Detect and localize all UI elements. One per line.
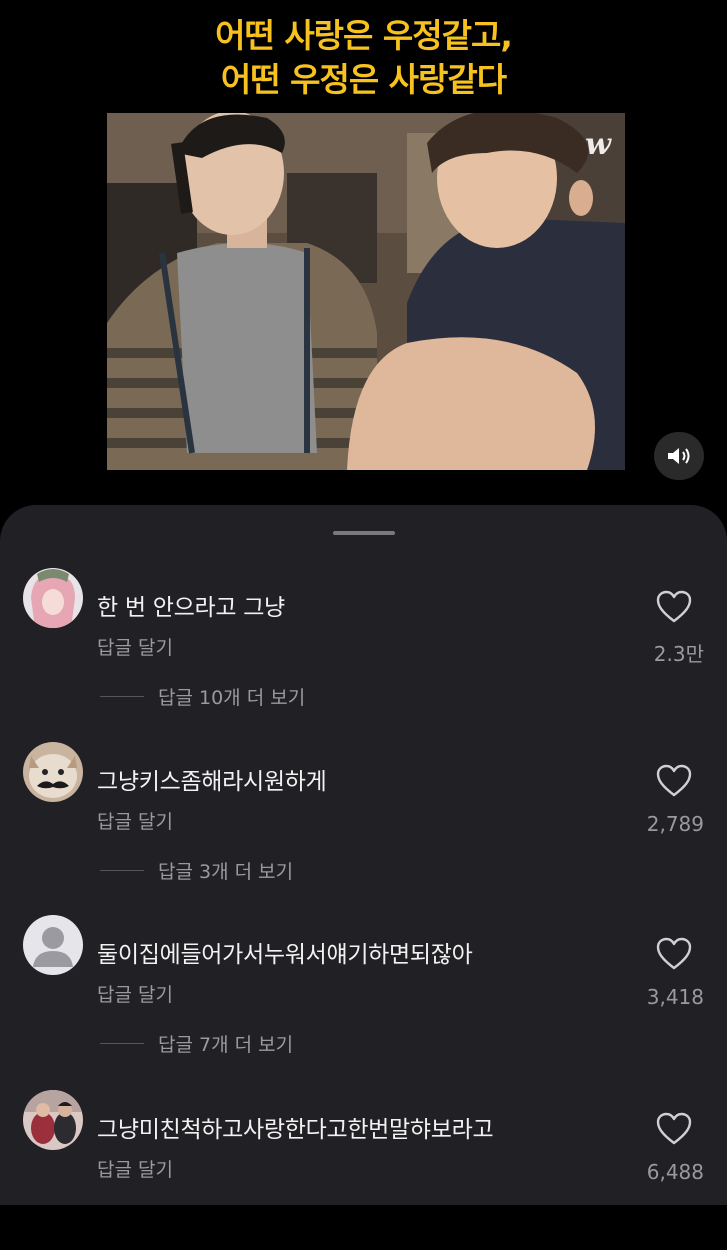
- comment-text: 둘이집에들어가서누워서얘기하면되잖아: [97, 942, 473, 968]
- sheet-drag-handle[interactable]: [333, 531, 395, 535]
- divider: [100, 869, 144, 871]
- divider: [100, 1042, 144, 1044]
- comment-item: 둘이집에들어가서누워서얘기하면되잖아 답글 달기 답글 7개 더 보기 3,41…: [0, 915, 727, 1075]
- like-heart-icon[interactable]: [656, 764, 692, 798]
- reel-video-area[interactable]: 어떤 사랑은 우정같고, 어떤 우정은 사랑같다 w: [0, 0, 727, 510]
- comment-text: 그냥미친척하고사랑한다고한번말햐보라고: [97, 1117, 494, 1143]
- caption-line-1: 어떤 사랑은 우정같고,: [215, 16, 513, 55]
- caption-line-2: 어떤 우정은 사랑같다: [220, 60, 507, 99]
- avatar[interactable]: [23, 742, 83, 802]
- comment-text: 한 번 안으라고 그냥: [97, 595, 285, 621]
- avatar[interactable]: [23, 1090, 83, 1150]
- comment-item: 그냥미친척하고사랑한다고한번말햐보라고 답글 달기 6,488: [0, 1090, 727, 1250]
- speaker-icon: [668, 448, 690, 464]
- watermark-logo: w: [585, 127, 611, 162]
- view-more-replies[interactable]: 답글 3개 더 보기: [100, 857, 293, 883]
- view-more-replies-label: 답글 10개 더 보기: [158, 686, 306, 709]
- reply-button[interactable]: 답글 달기: [97, 807, 173, 834]
- avatar[interactable]: [23, 915, 83, 975]
- view-more-replies[interactable]: 답글 7개 더 보기: [100, 1030, 293, 1056]
- avatar[interactable]: [23, 568, 83, 628]
- reply-button[interactable]: 답글 달기: [97, 1155, 173, 1182]
- video-still: [107, 113, 625, 470]
- sound-toggle-button[interactable]: [654, 432, 704, 480]
- video-caption: 어떤 사랑은 우정같고, 어떤 우정은 사랑같다: [0, 14, 727, 102]
- view-more-replies-label: 답글 7개 더 보기: [158, 1033, 294, 1056]
- like-count: 6,488: [646, 1160, 704, 1184]
- view-more-replies-label: 답글 3개 더 보기: [158, 860, 294, 883]
- like-heart-icon[interactable]: [656, 590, 692, 624]
- comment-text: 그냥키스좀해라시원하게: [97, 769, 327, 795]
- like-heart-icon[interactable]: [656, 1112, 692, 1146]
- reply-button[interactable]: 답글 달기: [97, 633, 173, 660]
- like-count: 3,418: [646, 985, 704, 1009]
- reply-button[interactable]: 답글 달기: [97, 980, 173, 1007]
- view-more-replies[interactable]: 답글 10개 더 보기: [100, 683, 305, 709]
- video-frame[interactable]: w: [107, 113, 625, 470]
- divider: [100, 695, 144, 697]
- comment-item: 한 번 안으라고 그냥 답글 달기 답글 10개 더 보기 2.3만: [0, 568, 727, 728]
- like-count: 2.3만: [653, 642, 704, 666]
- comment-item: 그냥키스좀해라시원하게 답글 달기 답글 3개 더 보기 2,789: [0, 742, 727, 902]
- like-heart-icon[interactable]: [656, 937, 692, 971]
- comments-sheet[interactable]: 한 번 안으라고 그냥 답글 달기 답글 10개 더 보기 2.3만 그냥키스좀…: [0, 505, 727, 1205]
- like-count: 2,789: [646, 812, 704, 836]
